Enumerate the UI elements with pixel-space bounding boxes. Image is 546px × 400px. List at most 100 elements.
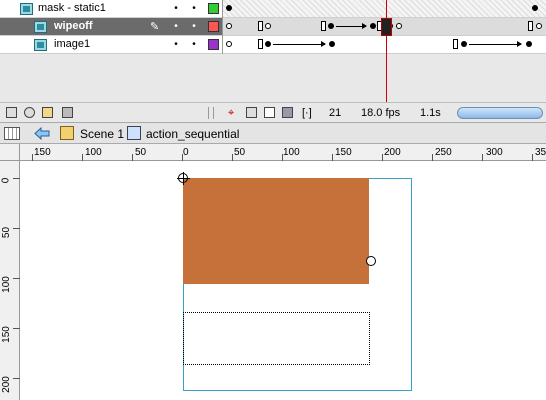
ruler-label: 100 [283,147,300,158]
ruler-tick [13,178,20,179]
ruler-label: 150 [34,147,51,158]
edit-bar: Scene 1 action_sequential [0,122,546,144]
wipe-rectangle-shape[interactable] [183,178,369,284]
pencil-icon: ✎ [150,21,160,33]
keyframe[interactable] [265,41,271,47]
panel-divider-grip[interactable] [208,107,214,119]
ruler-tick [13,378,20,379]
stage[interactable] [20,162,546,400]
ruler-tick [282,154,283,161]
ruler-top[interactable]: 150 100 50 0 50 100 150 200 250 300 35 [20,144,546,161]
ruler-label: 0 [0,177,12,184]
keyframe[interactable] [226,5,232,11]
scene-icon [60,126,74,140]
frame-span-end [258,21,263,31]
ruler-label: 300 [486,147,503,158]
ruler-tick [532,154,533,161]
ruler-tick [332,154,333,161]
ruler-label: 50 [1,226,13,239]
frame-span-end [321,21,326,31]
edit-multiple-frames-icon[interactable] [282,107,293,118]
ruler-label: 200 [384,147,401,158]
back-arrow-icon[interactable] [34,127,50,140]
add-motion-guide-icon[interactable] [24,107,35,118]
lock-dot[interactable]: • [190,4,198,14]
empty-keyframe[interactable] [265,23,271,29]
visibility-dot[interactable]: • [172,22,180,32]
current-frame: 21 [329,107,342,119]
frame-span-end [528,21,533,31]
ruler-label: 100 [85,147,102,158]
empty-keyframe[interactable] [396,23,402,29]
ruler-tick [482,154,483,161]
frame-row-mask[interactable] [223,0,546,18]
frame-span-end [258,39,263,49]
keyframe[interactable] [532,5,538,11]
ruler-tick [182,154,183,161]
layer-row-wipeoff[interactable]: wipeoff ✎ • • [0,18,222,36]
breadcrumb-scene[interactable]: Scene 1 [80,127,124,141]
ruler-tick [82,154,83,161]
ruler-left[interactable]: 0 50 100 150 200 [0,161,20,400]
ruler-tick [382,154,383,161]
ruler-tick [32,154,33,161]
frame-rate[interactable]: 18.0 fps [361,107,400,119]
ruler-label: 200 [0,376,12,393]
layer-row-image1[interactable]: image1 • • [0,36,222,54]
layer-name: image1 [54,38,91,50]
movieclip-symbol-icon [127,126,141,140]
keyframe[interactable] [370,23,376,29]
trash-icon[interactable] [62,107,73,118]
ruler-tick [132,154,133,161]
onion-skin-icon[interactable] [246,107,257,118]
timeline-scrollbar[interactable] [457,107,543,119]
ruler-label: 150 [335,147,352,158]
visibility-dot[interactable]: • [172,40,180,50]
center-frame-icon[interactable]: ⌖ [228,107,234,120]
timeline-panel: mask - static1 • • wipeoff ✎ • • image1 … [0,0,546,122]
layer-row-mask[interactable]: mask - static1 • • [0,0,222,18]
ruler-label: 250 [435,147,452,158]
ruler-tick [13,328,20,329]
layer-color-swatch[interactable] [208,21,219,32]
keyframe[interactable] [526,41,532,47]
layer-name: wipeoff [54,20,93,32]
onion-skin-outlines-icon[interactable] [264,107,275,118]
breadcrumb-symbol[interactable]: action_sequential [146,127,239,141]
insert-folder-icon[interactable] [42,107,53,118]
layer-color-swatch[interactable] [208,3,219,14]
motion-tween [469,41,522,47]
layer-name: mask - static1 [38,2,106,14]
playhead-line[interactable] [386,0,387,104]
visibility-dot[interactable]: • [172,4,180,14]
mask-layer-icon [20,3,33,15]
masked-layer-icon [34,39,47,51]
ruler-label: 50 [135,147,147,158]
keyframe[interactable] [329,41,335,47]
selected-shape-outline[interactable] [183,312,370,365]
insert-layer-icon[interactable] [6,107,17,118]
layer-color-swatch[interactable] [208,39,219,50]
playhead-marker[interactable] [381,18,392,36]
empty-keyframe[interactable] [226,41,232,47]
masked-layer-icon [34,21,47,33]
timeline-toggle-icon[interactable] [4,127,20,140]
timeline-footer: ⌖ [·] 21 18.0 fps 1.1s [0,102,546,122]
ruler-label: 0 [183,147,189,158]
modify-onion-markers-icon[interactable]: [·] [302,107,312,119]
ruler-label: 100 [0,276,12,293]
lock-dot[interactable]: • [190,22,198,32]
keyframe[interactable] [328,23,334,29]
empty-keyframe[interactable] [536,23,542,29]
elapsed-time: 1.1s [420,107,441,119]
lock-dot[interactable]: • [190,40,198,50]
frame-span-end [453,39,458,49]
ruler-tick [232,154,233,161]
keyframe[interactable] [461,41,467,47]
registration-point-icon [177,172,190,185]
transform-handle[interactable] [366,256,376,266]
empty-keyframe[interactable] [226,23,232,29]
layer-list: mask - static1 • • wipeoff ✎ • • image1 … [0,0,222,54]
ruler-label: 150 [0,326,12,343]
frame-row-image1[interactable] [223,36,546,54]
